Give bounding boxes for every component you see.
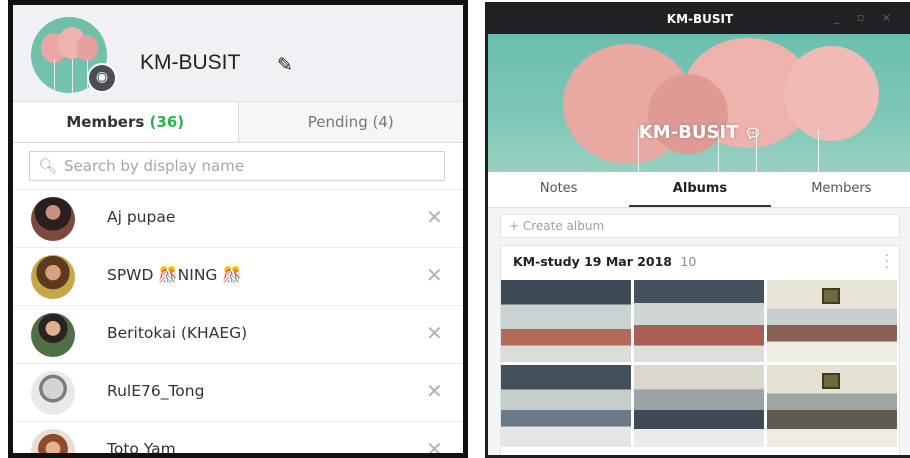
close-icon[interactable]: ✕ [426,437,443,453]
tab-members-count: (36) [149,113,185,131]
album-title: KM-study 19 Mar 2018 [513,254,673,269]
group-tabs: Notes Albums Members [488,172,910,208]
tab-albums[interactable]: Albums [629,172,771,207]
close-icon[interactable]: ✕ [426,263,443,287]
cover-title-text: KM-BUSIT [638,122,739,143]
avatar [31,429,75,453]
close-icon[interactable]: ✕ [426,379,443,403]
member-row[interactable]: RulE76_Tong ✕ [13,363,463,421]
search-input[interactable]: 🔍︎ Search by display name [29,151,445,181]
album-photo[interactable] [634,365,764,447]
close-icon[interactable]: ✕ [426,205,443,229]
close-icon[interactable]: ✕ [426,321,443,345]
cover-title: KM-BUSIT 💬︎ [488,122,910,143]
album-photo[interactable] [501,365,631,447]
member-row[interactable]: Toto Yam ✕ [13,421,463,458]
member-row[interactable]: SPWD 🎊NING 🎊 ✕ [13,247,463,305]
group-header: ◉ KM-BUSIT ✎ [13,5,463,101]
search-area: 🔍︎ Search by display name [13,143,463,189]
tab-pending[interactable]: Pending (4) [238,102,463,142]
screenshot-stage: ◉ KM-BUSIT ✎ Members (36) Pending (4) 🔍︎… [0,0,910,458]
group-name: KM-BUSIT [140,51,241,74]
tab-members-label: Members [66,113,145,131]
member-name: Beritokai (KHAEG) [107,324,248,342]
avatar [31,255,75,299]
album-card[interactable]: KM-study 19 Mar 2018 10 · · · [500,245,900,455]
group-albums-window: KM-BUSIT _ ▫ × KM-BUSIT 💬︎ Notes Albums … [485,2,910,458]
member-name: SPWD 🎊NING 🎊 [107,266,242,284]
camera-icon[interactable]: ◉ [87,63,117,93]
more-options-icon[interactable]: · · · [885,249,889,275]
tab-members[interactable]: Members (36) [13,102,239,142]
avatar [31,371,75,415]
create-album-button[interactable]: + Create album [500,214,900,238]
album-photo-grid [501,280,897,447]
avatar [31,313,75,357]
window-controls[interactable]: _ ▫ × [834,11,898,24]
avatar [31,197,75,241]
album-photo[interactable] [501,280,631,362]
member-row[interactable]: Aj pupae ✕ [13,189,463,247]
album-count: 10 [680,254,697,269]
album-photo[interactable] [767,365,897,447]
search-icon: 🔍︎ [38,157,58,175]
album-photo[interactable] [767,280,897,362]
tab-notes[interactable]: Notes [488,172,629,207]
album-photo[interactable] [634,280,764,362]
window-titlebar[interactable]: KM-BUSIT _ ▫ × [488,5,910,34]
member-tabs: Members (36) Pending (4) [13,101,463,143]
member-name: RulE76_Tong [107,382,205,400]
member-row[interactable]: Beritokai (KHAEG) ✕ [13,305,463,363]
pencil-icon[interactable]: ✎ [277,54,293,76]
tab-members[interactable]: Members [771,172,910,207]
group-members-panel: ◉ KM-BUSIT ✎ Members (36) Pending (4) 🔍︎… [8,0,468,458]
group-cover-image: KM-BUSIT 💬︎ [488,34,910,172]
album-header: KM-study 19 Mar 2018 10 [501,246,899,278]
search-placeholder: Search by display name [64,157,245,175]
chat-bubble-icon[interactable]: 💬︎ [745,127,762,142]
member-name: Toto Yam [107,440,176,458]
member-name: Aj pupae [107,208,176,226]
